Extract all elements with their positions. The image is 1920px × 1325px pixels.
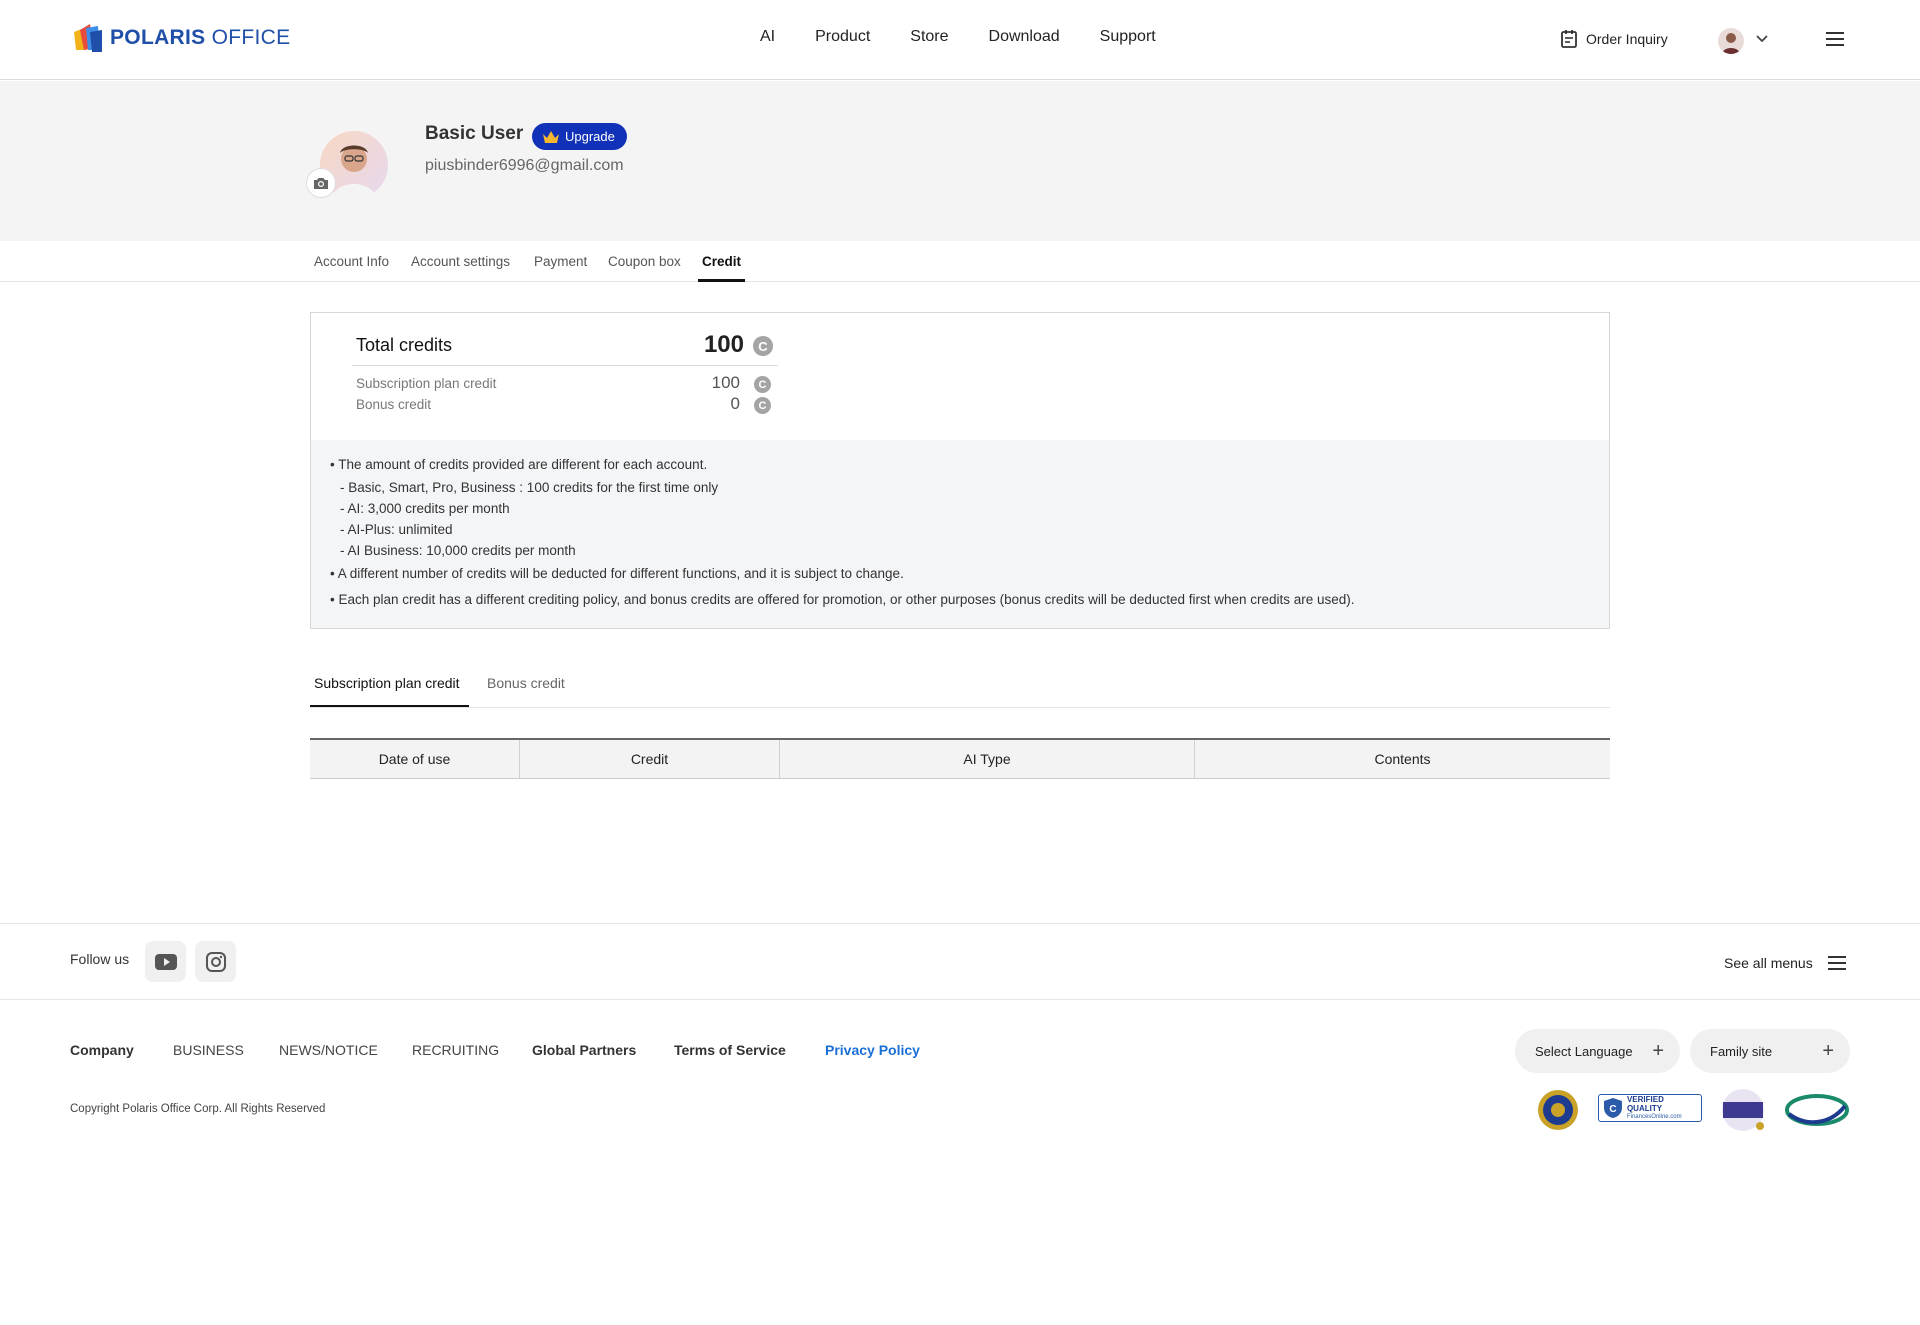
order-inquiry-link[interactable]: Order Inquiry: [1560, 29, 1668, 49]
plus-icon: +: [1652, 1039, 1664, 1062]
see-all-menus-button[interactable]: See all menus: [1724, 954, 1847, 972]
nav-item-support[interactable]: Support: [1080, 28, 1176, 46]
column-ai-type: AI Type: [780, 740, 1195, 778]
select-language-dropdown[interactable]: Select Language +: [1515, 1029, 1680, 1073]
svg-text:C: C: [1609, 1104, 1616, 1115]
verified-quality-sub: FinancesOnline.com: [1626, 1113, 1682, 1120]
footer-link-privacy-policy[interactable]: Privacy Policy: [825, 1042, 920, 1058]
instagram-link[interactable]: [195, 941, 236, 982]
user-avatar[interactable]: [1718, 28, 1744, 54]
change-photo-button[interactable]: [306, 168, 336, 198]
family-site-label: Family site: [1710, 1043, 1773, 1059]
credit-coin-icon: C: [753, 336, 773, 356]
footer-divider: [0, 999, 1920, 1000]
user-email: piusbinder6996@gmail.com: [425, 157, 624, 174]
order-inquiry-label: Order Inquiry: [1586, 31, 1668, 47]
follow-us-label: Follow us: [70, 951, 130, 967]
tab-payment[interactable]: Payment: [534, 254, 587, 269]
shield-icon: C: [1603, 1098, 1622, 1118]
credit-history-table-header: Date of use Credit AI Type Contents: [310, 738, 1610, 779]
footer-link-recruiting[interactable]: RECRUITING: [412, 1042, 499, 1058]
note-line: - AI-Plus: unlimited: [340, 522, 453, 537]
column-contents: Contents: [1374, 751, 1431, 767]
upgrade-button[interactable]: Upgrade: [532, 123, 627, 150]
chevron-down-icon[interactable]: [1754, 30, 1770, 48]
credit-coin-icon: C: [754, 376, 771, 393]
note-line: • A different number of credits will be …: [330, 566, 904, 581]
logo-icon: [74, 24, 102, 52]
nav-item-store[interactable]: Store: [890, 28, 968, 46]
divider: [352, 365, 778, 366]
hamburger-icon: [1827, 956, 1846, 970]
plus-icon: +: [1822, 1039, 1834, 1062]
tab-bonus-credit[interactable]: Bonus credit: [487, 675, 565, 691]
user-name: Basic User: [425, 123, 524, 144]
note-line: - AI Business: 10,000 credits per month: [340, 543, 576, 558]
verified-quality-badge: C VERIFIED QUALITY FinancesOnline.com: [1598, 1094, 1702, 1122]
note-line: - Basic, Smart, Pro, Business : 100 cred…: [340, 480, 719, 495]
see-all-menus-label: See all menus: [1724, 955, 1813, 971]
top-header: POLARIS OFFICE AI Product Store Download…: [0, 0, 1920, 80]
nav-item-product[interactable]: Product: [795, 28, 890, 46]
credit-summary-card: Total credits 100 C Subscription plan cr…: [310, 312, 1610, 629]
main-nav: AI Product Store Download Support: [740, 28, 1176, 46]
family-site-dropdown[interactable]: Family site +: [1690, 1029, 1850, 1073]
award-badge: [1722, 1089, 1764, 1131]
footer-link-news-notice[interactable]: NEWS/NOTICE: [279, 1042, 378, 1058]
tab-credit[interactable]: Credit: [702, 254, 741, 269]
column-credit: Credit: [520, 740, 780, 778]
footer-link-business[interactable]: BUSINESS: [173, 1042, 244, 1058]
footer-link-global-partners[interactable]: Global Partners: [532, 1042, 636, 1058]
note-line: - AI: 3,000 credits per month: [340, 501, 510, 516]
tab-coupon-box[interactable]: Coupon box: [608, 254, 681, 269]
crown-icon: [543, 130, 559, 143]
note-line: • Each plan credit has a different credi…: [330, 592, 1355, 607]
upgrade-label: Upgrade: [565, 129, 615, 144]
partner-logo-badge: [1785, 1094, 1849, 1126]
active-tab-indicator: [698, 279, 745, 282]
youtube-link[interactable]: [145, 941, 186, 982]
credit-coin-icon: C: [754, 397, 771, 414]
tab-account-info[interactable]: Account Info: [314, 254, 389, 269]
youtube-icon: [154, 953, 177, 970]
certification-seal-badge: [1538, 1090, 1578, 1130]
tab-divider: [310, 707, 1610, 708]
bonus-credit-label: Bonus credit: [356, 397, 432, 412]
tab-subscription-plan-credit[interactable]: Subscription plan credit: [314, 675, 460, 691]
copyright-text: Copyright Polaris Office Corp. All Right…: [70, 1103, 326, 1115]
total-credits-label: Total credits: [356, 335, 453, 355]
select-language-label: Select Language: [1535, 1043, 1633, 1059]
avatar-image: [1722, 33, 1740, 54]
camera-icon: [314, 178, 328, 189]
profile-section: [0, 81, 1920, 241]
note-line: • The amount of credits provided are dif…: [330, 457, 708, 472]
tab-account-settings[interactable]: Account settings: [411, 254, 510, 269]
active-tab-indicator: [310, 705, 469, 707]
footer-link-terms[interactable]: Terms of Service: [674, 1042, 786, 1058]
verified-quality-title: VERIFIED QUALITY: [1626, 1094, 1664, 1113]
calendar-icon: [1561, 30, 1577, 48]
logo-text: POLARIS OFFICE: [110, 26, 291, 49]
polaris-office-logo[interactable]: POLARIS OFFICE: [70, 22, 290, 54]
credit-totals: Total credits 100 C Subscription plan cr…: [311, 313, 1609, 440]
hamburger-icon[interactable]: [1825, 30, 1845, 48]
footer-link-company[interactable]: Company: [70, 1042, 134, 1058]
account-tabs: Account Info Account settings Payment Co…: [0, 241, 1920, 282]
column-date-of-use: Date of use: [310, 740, 520, 778]
subscription-credit-label: Subscription plan credit: [356, 376, 497, 391]
instagram-icon: [205, 951, 226, 972]
credit-policy-notes: • The amount of credits provided are dif…: [311, 440, 1609, 628]
nav-item-ai[interactable]: AI: [740, 28, 795, 46]
nav-item-download[interactable]: Download: [969, 28, 1080, 46]
footer-divider: [0, 923, 1920, 924]
